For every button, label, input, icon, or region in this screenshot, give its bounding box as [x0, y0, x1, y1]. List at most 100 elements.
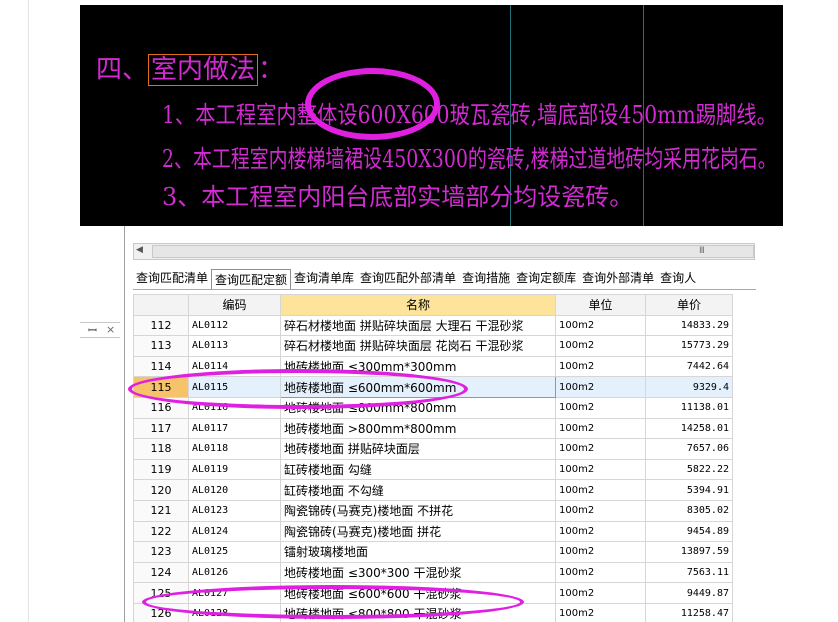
row-unit[interactable]: 100m2: [555, 520, 646, 543]
row-price[interactable]: 7442.64: [645, 355, 733, 378]
close-icon[interactable]: ×: [106, 323, 115, 336]
row-name[interactable]: 地砖楼地面 ≤300*300 干混砂浆: [280, 561, 556, 584]
row-number[interactable]: 115: [133, 376, 189, 398]
row-unit[interactable]: 100m2: [555, 458, 646, 481]
row-price[interactable]: 14833.29: [645, 314, 733, 337]
row-unit[interactable]: 100m2: [555, 541, 646, 563]
tab-match-external-list[interactable]: 查询匹配外部清单: [357, 268, 459, 289]
tab-match-list[interactable]: 查询匹配清单: [133, 268, 211, 289]
row-name[interactable]: 地砖楼地面 ≤600*600 干混砂浆: [280, 582, 556, 604]
row-price[interactable]: 7657.06: [645, 438, 733, 460]
row-unit[interactable]: 100m2: [555, 479, 646, 501]
row-name[interactable]: 地砖楼地面 拼贴碎块面层: [280, 438, 556, 460]
row-name[interactable]: 缸砖楼地面 勾缝: [280, 458, 556, 481]
row-unit[interactable]: 100m2: [555, 561, 646, 584]
row-number[interactable]: 114: [133, 355, 189, 378]
row-price[interactable]: 9329.4: [645, 376, 733, 398]
col-header-price[interactable]: 单价: [645, 294, 733, 316]
row-price[interactable]: 15773.29: [645, 335, 733, 357]
row-price[interactable]: 11258.47: [645, 602, 733, 622]
row-code[interactable]: AL0126: [188, 561, 281, 584]
row-code[interactable]: AL0127: [188, 582, 281, 604]
table-row[interactable]: 112 AL0112 碎石材楼地面 拼贴碎块面层 大理石 干混砂浆 100m2 1483…: [133, 314, 733, 337]
table-row[interactable]: 117 AL0117 地砖楼地面 >800mm*800mm 100m2 14258.01: [133, 417, 733, 440]
row-code[interactable]: AL0115: [188, 376, 281, 398]
row-unit[interactable]: 100m2: [555, 396, 646, 419]
row-number[interactable]: 117: [133, 417, 189, 440]
row-name[interactable]: 地砖楼地面 ≤800mm*800mm: [280, 396, 556, 419]
row-price[interactable]: 5394.91: [645, 479, 733, 501]
row-code[interactable]: AL0116: [188, 396, 281, 419]
row-number[interactable]: 116: [133, 396, 189, 419]
row-name[interactable]: 镭射玻璃楼地面: [280, 541, 556, 563]
tab-external-list[interactable]: 查询外部清单: [579, 268, 657, 289]
row-price[interactable]: 9454.89: [645, 520, 733, 543]
row-price[interactable]: 13897.59: [645, 541, 733, 563]
row-number[interactable]: 121: [133, 499, 189, 522]
row-number[interactable]: 113: [133, 335, 189, 357]
row-code[interactable]: AL0125: [188, 541, 281, 563]
col-header-code[interactable]: 编码: [188, 294, 281, 316]
pin-icon[interactable]: ꟷ: [88, 323, 97, 338]
row-unit[interactable]: 100m2: [555, 376, 646, 398]
row-price[interactable]: 14258.01: [645, 417, 733, 440]
col-header-unit[interactable]: 单位: [555, 294, 646, 316]
row-code[interactable]: AL0114: [188, 355, 281, 378]
table-row[interactable]: 123 AL0125 镭射玻璃楼地面 100m2 13897.59: [133, 541, 733, 563]
row-price[interactable]: 7563.11: [645, 561, 733, 584]
row-code[interactable]: AL0128: [188, 602, 281, 622]
row-code[interactable]: AL0123: [188, 499, 281, 522]
row-name[interactable]: 陶瓷锦砖(马赛克)楼地面 不拼花: [280, 499, 556, 522]
col-header-name[interactable]: 名称: [280, 294, 556, 316]
tab-list-library[interactable]: 查询清单库: [291, 268, 357, 289]
table-row[interactable]: 115 AL0115 地砖楼地面 ≤600mm*600mm 100m2 9329.4: [133, 376, 733, 398]
row-price[interactable]: 5822.22: [645, 458, 733, 481]
row-number[interactable]: 119: [133, 458, 189, 481]
row-unit[interactable]: 100m2: [555, 355, 646, 378]
horizontal-scrollbar[interactable]: ◀ III: [133, 243, 755, 260]
row-name[interactable]: 缸砖楼地面 不勾缝: [280, 479, 556, 501]
row-number[interactable]: 126: [133, 602, 189, 622]
row-number[interactable]: 125: [133, 582, 189, 604]
row-code[interactable]: AL0120: [188, 479, 281, 501]
row-name[interactable]: 碎石材楼地面 拼贴碎块面层 花岗石 干混砂浆: [280, 335, 556, 357]
tab-match-quota[interactable]: 查询匹配定额: [211, 269, 292, 289]
row-price[interactable]: 8305.02: [645, 499, 733, 522]
row-name[interactable]: 地砖楼地面 ≤600mm*600mm: [280, 376, 556, 398]
row-price[interactable]: 11138.01: [645, 396, 733, 419]
row-unit[interactable]: 100m2: [555, 499, 646, 522]
table-row[interactable]: 118 AL0118 地砖楼地面 拼贴碎块面层 100m2 7657.06: [133, 438, 733, 460]
row-name[interactable]: 地砖楼地面 ≤800*800 干混砂浆: [280, 602, 556, 622]
table-row[interactable]: 121 AL0123 陶瓷锦砖(马赛克)楼地面 不拼花 100m2 8305.02: [133, 499, 733, 522]
row-code[interactable]: AL0113: [188, 335, 281, 357]
table-row[interactable]: 124 AL0126 地砖楼地面 ≤300*300 干混砂浆 100m2 7563.11: [133, 561, 733, 584]
row-name[interactable]: 地砖楼地面 ≤300mm*300mm: [280, 355, 556, 378]
tab-query-person[interactable]: 查询人: [657, 268, 699, 289]
row-unit[interactable]: 100m2: [555, 602, 646, 622]
table-row[interactable]: 114 AL0114 地砖楼地面 ≤300mm*300mm 100m2 7442.64: [133, 355, 733, 378]
table-row[interactable]: 113 AL0113 碎石材楼地面 拼贴碎块面层 花岗石 干混砂浆 100m2 1577…: [133, 335, 733, 357]
row-number[interactable]: 112: [133, 314, 189, 337]
row-unit[interactable]: 100m2: [555, 582, 646, 604]
row-unit[interactable]: 100m2: [555, 314, 646, 337]
row-number[interactable]: 122: [133, 520, 189, 543]
table-row[interactable]: 125 AL0127 地砖楼地面 ≤600*600 干混砂浆 100m2 9449.87: [133, 582, 733, 604]
row-name[interactable]: 碎石材楼地面 拼贴碎块面层 大理石 干混砂浆: [280, 314, 556, 337]
row-name[interactable]: 陶瓷锦砖(马赛克)楼地面 拼花: [280, 520, 556, 543]
table-row[interactable]: 119 AL0119 缸砖楼地面 勾缝 100m2 5822.22: [133, 458, 733, 481]
row-number[interactable]: 118: [133, 438, 189, 460]
tab-measures[interactable]: 查询措施: [459, 268, 513, 289]
row-code[interactable]: AL0118: [188, 438, 281, 460]
table-row[interactable]: 116 AL0116 地砖楼地面 ≤800mm*800mm 100m2 11138.01: [133, 396, 733, 419]
row-unit[interactable]: 100m2: [555, 335, 646, 357]
row-number[interactable]: 123: [133, 541, 189, 563]
scroll-thumb[interactable]: III: [152, 245, 754, 258]
scroll-left-arrow-icon[interactable]: ◀: [136, 245, 143, 255]
row-number[interactable]: 124: [133, 561, 189, 584]
row-code[interactable]: AL0117: [188, 417, 281, 440]
row-name[interactable]: 地砖楼地面 >800mm*800mm: [280, 417, 556, 440]
table-row[interactable]: 126 AL0128 地砖楼地面 ≤800*800 干混砂浆 100m2 11258.4…: [133, 602, 733, 622]
tab-quota-library[interactable]: 查询定额库: [513, 268, 579, 289]
table-row[interactable]: 122 AL0124 陶瓷锦砖(马赛克)楼地面 拼花 100m2 9454.89: [133, 520, 733, 543]
row-number[interactable]: 120: [133, 479, 189, 501]
